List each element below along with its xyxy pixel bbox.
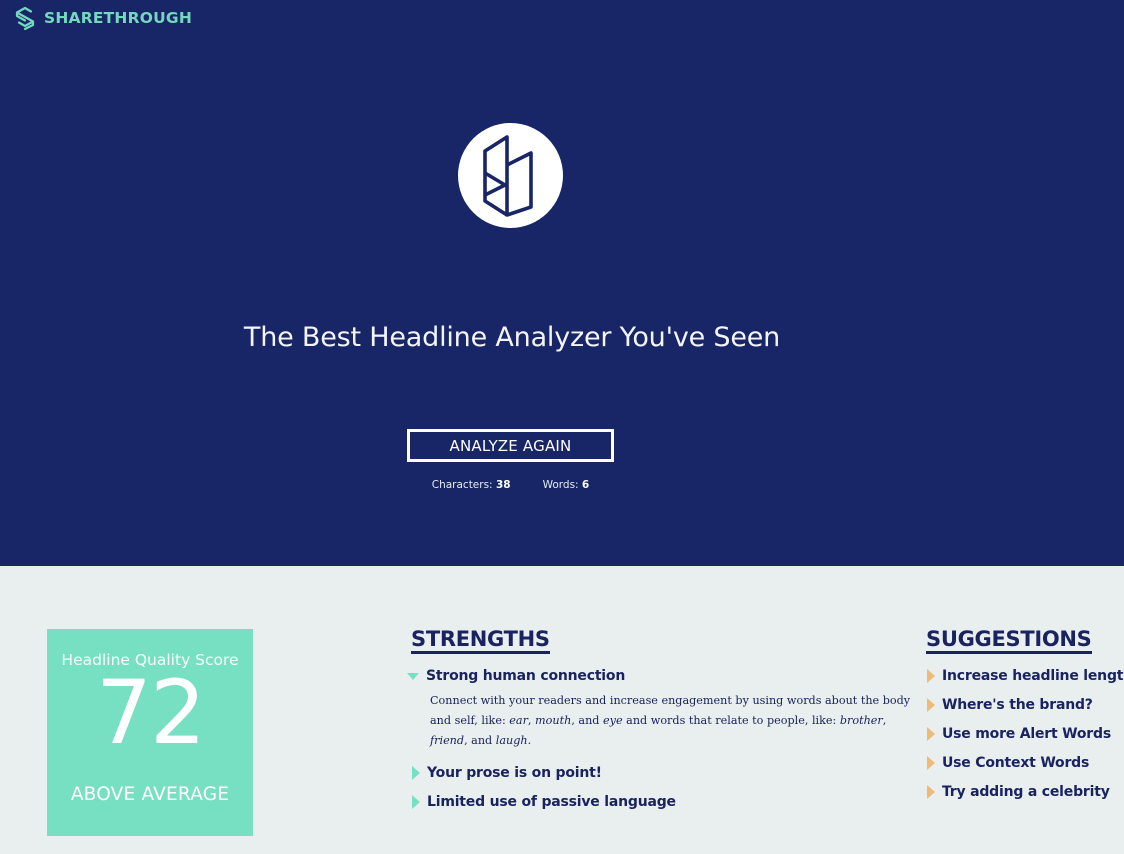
caret-right-icon	[412, 766, 420, 780]
score-value: 72	[96, 661, 206, 764]
caret-right-icon	[927, 698, 935, 712]
caret-right-icon	[412, 795, 420, 809]
headline-analyzer-logo-icon	[482, 134, 533, 217]
suggestion-item-brand[interactable]: Where's the brand?	[927, 697, 1093, 713]
strength-item-passive-language[interactable]: Limited use of passive language	[412, 794, 676, 810]
suggestion-item-celebrity[interactable]: Try adding a celebrity	[927, 784, 1110, 800]
suggestion-item-headline-length[interactable]: Increase headline length	[927, 668, 1124, 684]
caret-right-icon	[927, 727, 935, 741]
word-count: Words: 6	[542, 479, 590, 491]
caret-down-icon	[407, 672, 419, 680]
hero-section: SHARETHROUGH The Best Headline Analyzer …	[0, 0, 1124, 566]
character-count: Characters: 38	[431, 479, 511, 491]
strengths-heading: STRENGTHS	[411, 628, 550, 654]
brand-link[interactable]: SHARETHROUGH	[13, 6, 192, 30]
strength-description: Connect with your readers and increase e…	[430, 694, 911, 747]
brand-name: SHARETHROUGH	[44, 9, 192, 27]
suggestion-item-alert-words[interactable]: Use more Alert Words	[927, 726, 1111, 742]
strength-item-human-connection[interactable]: Strong human connection	[407, 668, 625, 684]
analyze-again-button[interactable]: ANALYZE AGAIN	[407, 429, 614, 462]
score-rating: ABOVE AVERAGE	[70, 784, 230, 805]
sharethrough-logo-icon	[15, 6, 35, 30]
caret-right-icon	[927, 756, 935, 770]
caret-right-icon	[927, 669, 935, 683]
headline-text: The Best Headline Analyzer You've Seen	[243, 322, 781, 353]
suggestion-item-context-words[interactable]: Use Context Words	[927, 755, 1089, 771]
analyzer-logo	[458, 123, 563, 228]
strength-item-prose[interactable]: Your prose is on point!	[412, 765, 602, 781]
suggestions-heading: SUGGESTIONS	[926, 628, 1092, 654]
caret-right-icon	[927, 785, 935, 799]
score-card: Headline Quality Score 72 ABOVE AVERAGE	[47, 629, 253, 836]
headline-stats: Characters: 38 Words: 6	[0, 479, 1021, 491]
